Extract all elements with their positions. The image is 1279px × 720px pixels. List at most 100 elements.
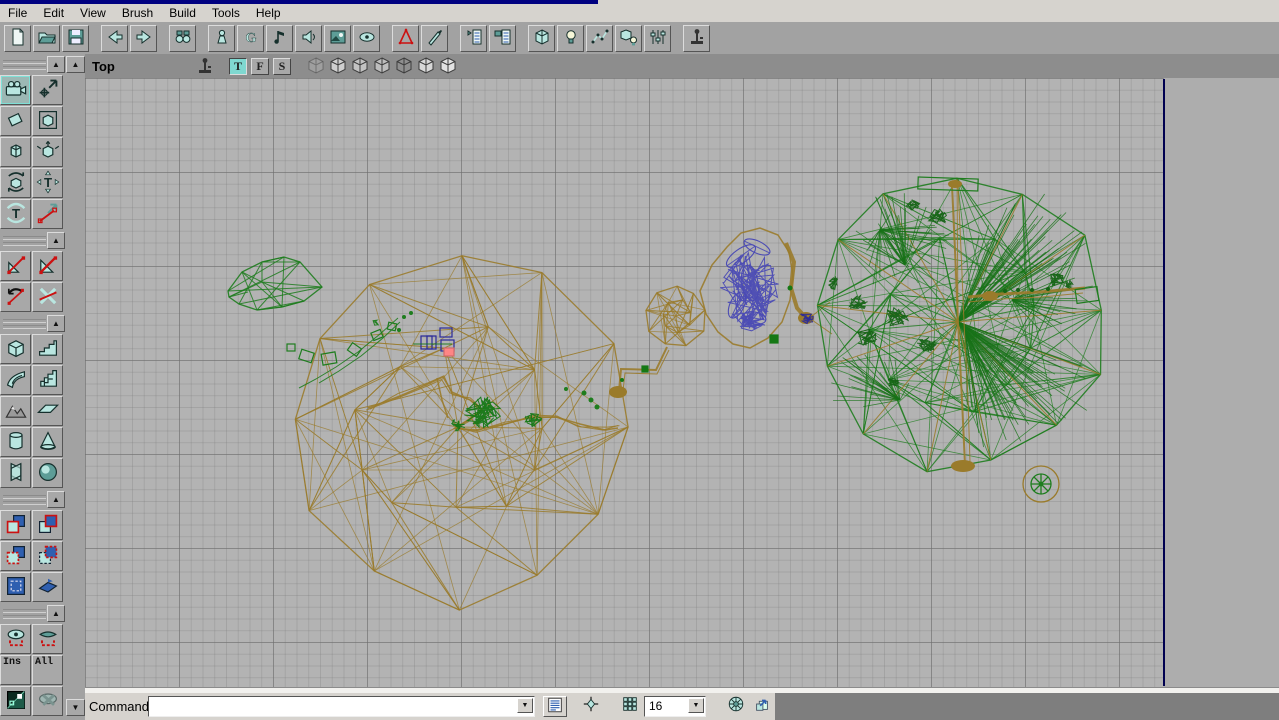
joystick-icon[interactable] (195, 56, 215, 76)
camera-move-tool[interactable] (0, 75, 31, 105)
redo-button[interactable] (130, 25, 157, 52)
zone-portal-mode-icon[interactable] (327, 56, 349, 76)
textured-mode-icon[interactable] (415, 56, 437, 76)
build-paths-button[interactable] (586, 25, 613, 52)
shape-editor-button[interactable] (392, 25, 419, 52)
select-inside-button[interactable] (0, 686, 31, 716)
grid-snap-button[interactable] (619, 696, 641, 717)
plain-mode-icon[interactable] (437, 56, 459, 76)
hide-actors-button[interactable] (32, 686, 63, 716)
mode-t-button[interactable]: T (229, 58, 247, 75)
darksq-icon (4, 688, 28, 715)
sound-browser-button[interactable] (295, 25, 322, 52)
brush-spiral-stairs-builder[interactable] (32, 365, 63, 395)
open-map-button[interactable] (33, 25, 60, 52)
brush-sheet-builder[interactable] (32, 396, 63, 426)
texture-usage-mode-icon[interactable] (349, 56, 371, 76)
palette-group-collapse-button[interactable]: ▲ (47, 56, 65, 73)
texture-pan-tool[interactable]: T (32, 168, 63, 198)
csg-add-button[interactable] (0, 510, 31, 540)
command-combobox[interactable]: ▼ (148, 696, 535, 717)
brush-scale-tool[interactable] (32, 106, 63, 136)
surface-properties-button[interactable] (489, 25, 516, 52)
menu-build[interactable]: Build (161, 5, 204, 21)
brush-cone-builder[interactable] (32, 427, 63, 457)
play-map-button[interactable] (683, 25, 710, 52)
new-map-button[interactable] (4, 25, 31, 52)
log-window-button[interactable] (543, 696, 567, 717)
music-browser-button[interactable] (266, 25, 293, 52)
rotation-grid-button[interactable] (725, 696, 747, 717)
vertex-snap-button[interactable] (751, 696, 773, 717)
texture-browser-button[interactable] (324, 25, 351, 52)
brush-snap-scale-tool[interactable] (0, 137, 31, 167)
csg-intersect-button[interactable] (0, 541, 31, 571)
actor-move-tool[interactable] (32, 75, 63, 105)
save-map-button[interactable] (62, 25, 89, 52)
brush-curved-stairs-builder[interactable] (0, 365, 31, 395)
brush-move-tool[interactable] (0, 106, 31, 136)
build-all-button[interactable] (615, 25, 642, 52)
group-browser-button[interactable]: G (237, 25, 264, 52)
csg-deintersect-button[interactable] (32, 541, 63, 571)
grid-size-combobox[interactable]: 16 ▼ (644, 696, 706, 717)
grid-size-dropdown-button[interactable]: ▼ (688, 698, 704, 713)
brush-rotate-tool[interactable] (0, 168, 31, 198)
actor-properties-button[interactable] (460, 25, 487, 52)
palette-group-collapse-button[interactable]: ▲ (47, 605, 65, 622)
menu-file[interactable]: File (0, 5, 35, 21)
hide-selected-actors-button[interactable] (32, 624, 63, 654)
csg-subtract-button[interactable] (32, 510, 63, 540)
stairs-icon (36, 336, 60, 363)
mode-f-button[interactable]: F (251, 58, 269, 75)
show-selected-actors-button[interactable] (0, 624, 31, 654)
build-lighting-button[interactable] (557, 25, 584, 52)
wireframe-mode-icon[interactable] (305, 56, 327, 76)
add-mover-button[interactable] (32, 572, 63, 602)
vertex-edit-tool[interactable] (32, 199, 63, 229)
actor-gizmo-button[interactable] (580, 696, 602, 717)
top-viewport[interactable] (85, 78, 1279, 687)
palette-group-collapse-button[interactable]: ▲ (47, 232, 65, 249)
menu-help[interactable]: Help (248, 5, 289, 21)
brush-stretch-tool[interactable] (32, 137, 63, 167)
menu-tools[interactable]: Tools (204, 5, 248, 21)
command-input[interactable] (151, 698, 515, 714)
actor-class-browser-button[interactable] (208, 25, 235, 52)
menu-view[interactable]: View (72, 5, 114, 21)
mesh-browser-button[interactable] (353, 25, 380, 52)
add-special-brush-button[interactable] (0, 572, 31, 602)
menu-edit[interactable]: Edit (35, 5, 72, 21)
shape-rotate-tool[interactable] (0, 282, 31, 312)
palette-scroll-down-button[interactable]: ▼ (66, 699, 85, 716)
brush-cylinder-builder[interactable] (0, 427, 31, 457)
shape-delete-tool[interactable] (32, 282, 63, 312)
gletter-icon: G (241, 27, 261, 50)
picture-icon (328, 27, 348, 50)
dynamic-light-mode-icon[interactable] (393, 56, 415, 76)
invert-selection-button[interactable]: Ins (0, 655, 31, 685)
script-editor-button[interactable] (421, 25, 448, 52)
palette-scroll-up-button[interactable]: ▲ (66, 56, 85, 73)
texture-rotate-tool[interactable]: T (0, 199, 31, 229)
brush-cube-builder[interactable] (0, 334, 31, 364)
brush-terrain-builder[interactable] (0, 396, 31, 426)
show-all-actors-button[interactable]: All (32, 655, 63, 685)
mover-icon (36, 574, 60, 601)
shape-edit-tool-a[interactable] (0, 251, 31, 281)
undo-button[interactable] (101, 25, 128, 52)
mode-s-button[interactable]: S (273, 58, 291, 75)
search-actors-button[interactable] (169, 25, 196, 52)
shape-edit-tool-b[interactable] (32, 251, 63, 281)
palette-group-header: ▲ (0, 56, 66, 74)
menu-brush[interactable]: Brush (114, 5, 161, 21)
command-dropdown-button[interactable]: ▼ (517, 698, 533, 713)
bsp-cuts-mode-icon[interactable] (371, 56, 393, 76)
brush-volumetric-builder[interactable] (0, 458, 31, 488)
palette-group-collapse-button[interactable]: ▲ (47, 315, 65, 332)
build-geometry-button[interactable] (528, 25, 555, 52)
build-options-button[interactable] (644, 25, 671, 52)
brush-stairs-builder[interactable] (32, 334, 63, 364)
palette-group-collapse-button[interactable]: ▲ (47, 491, 65, 508)
brush-sphere-builder[interactable] (32, 458, 63, 488)
